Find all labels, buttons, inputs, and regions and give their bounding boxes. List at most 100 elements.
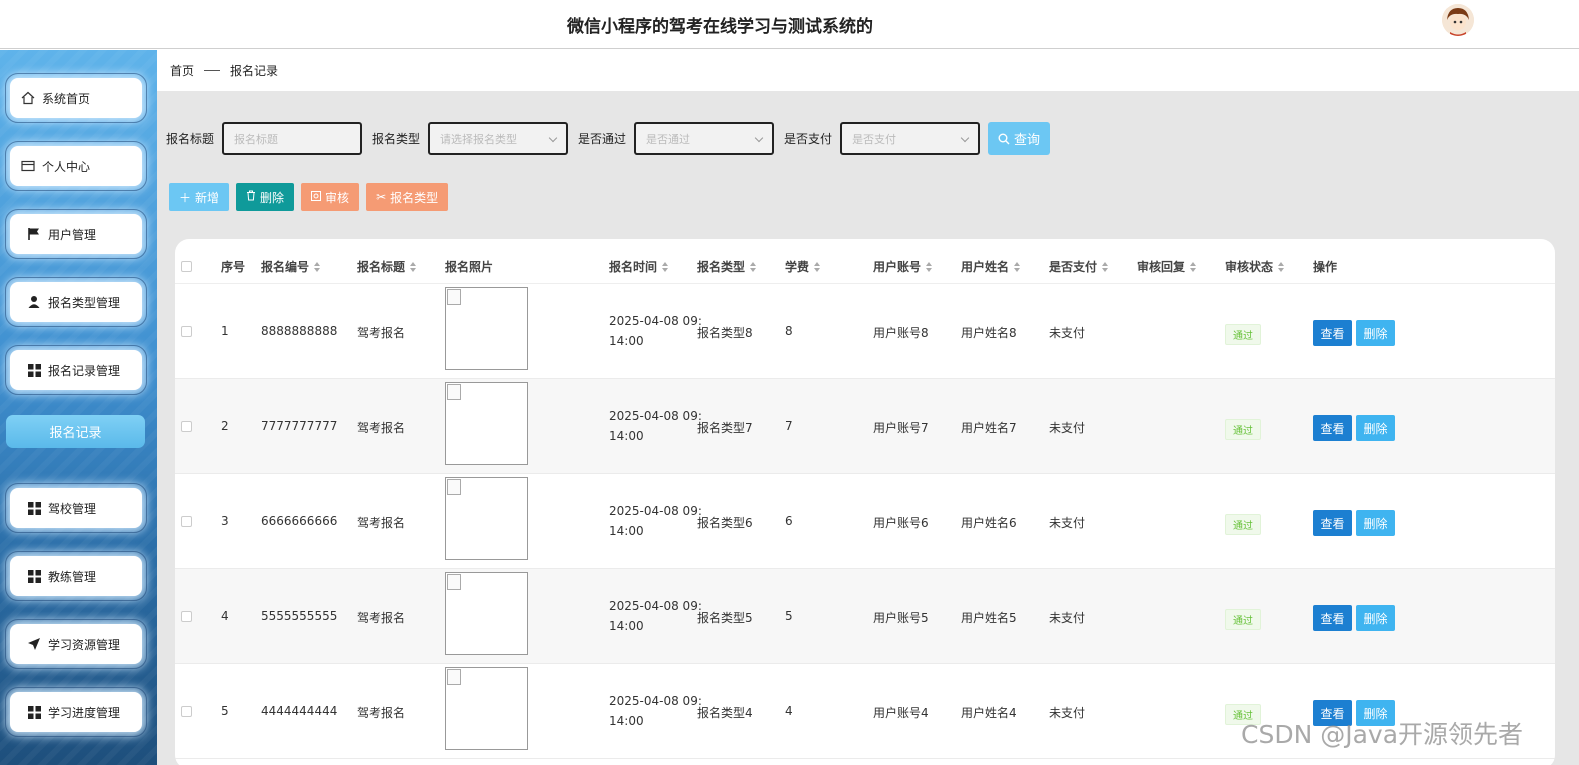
signup-photo [445,667,528,750]
sidebar-item-schools[interactable]: 驾校管理 [5,483,147,533]
table-row: 4 5555555555 驾考报名 2025-04-08 09: 14:00 报… [175,569,1555,664]
sidebar-item-progress[interactable]: 学习进度管理 [5,687,147,737]
header-ops: 操作 [1313,260,1338,274]
sidebar-item-label: 教练管理 [48,569,97,584]
view-button[interactable]: 查看 [1313,605,1352,631]
title-filter-input[interactable]: 报名标题 [222,122,363,155]
table-header: 序号 报名编号 报名标题 报名照片 报名时间 报名类型 学费 用户账号 用户姓名… [175,239,1555,284]
row-delete-button[interactable]: 删除 [1356,320,1395,346]
cell-time-date: 2025-04-08 09: [609,409,702,423]
type-filter-select[interactable]: 请选择报名类型 [428,122,569,155]
sidebar-item-profile[interactable]: 个人中心 [5,141,147,191]
cell-time-date: 2025-04-08 09: [609,694,702,708]
cell-fee: 7 [785,419,793,433]
sidebar-item-resources[interactable]: 学习资源管理 [5,619,147,669]
grid-icon [26,362,42,378]
records-table: 序号 报名编号 报名标题 报名照片 报名时间 报名类型 学费 用户账号 用户姓名… [175,239,1555,765]
sidebar-item-label: 学习资源管理 [48,637,121,652]
sidebar-item-signup-types[interactable]: 报名类型管理 [5,277,147,327]
batch-delete-button[interactable]: 删除 [236,183,295,211]
user-avatar[interactable] [1442,4,1474,36]
sidebar-item-coaches[interactable]: 教练管理 [5,551,147,601]
header-index: 序号 [221,260,246,274]
sort-icon [1278,261,1285,272]
cell-index: 4 [221,609,229,623]
cell-time-clock: 14:00 [609,619,644,633]
header-title[interactable]: 报名标题 [357,258,417,275]
cell-name: 用户姓名7 [961,421,1017,435]
view-button[interactable]: 查看 [1313,415,1352,441]
cartoon-avatar-icon [1442,4,1474,36]
row-checkbox[interactable] [181,326,192,337]
row-delete-button[interactable]: 删除 [1356,605,1395,631]
row-checkbox[interactable] [181,421,192,432]
breadcrumb-separator [204,70,221,71]
review-button[interactable]: 审核 [301,183,360,211]
csdn-watermark: CSDN @Java开源领先者 [1241,720,1524,749]
header-paid[interactable]: 是否支付 [1049,258,1109,275]
app-title: 微信小程序的驾考在线学习与测试系统的 [567,17,873,37]
sidebar-item-label: 报名记录管理 [48,363,121,378]
cell-time-clock: 14:00 [609,429,644,443]
sidebar-item-users[interactable]: 用户管理 [5,209,147,259]
header-account[interactable]: 用户账号 [873,258,933,275]
cell-fee: 4 [785,704,793,718]
header-type[interactable]: 报名类型 [697,258,757,275]
view-button[interactable]: 查看 [1313,510,1352,536]
signup-photo [445,477,528,560]
sidebar-item-home[interactable]: 系统首页 [5,73,147,123]
header-photo: 报名照片 [445,260,494,274]
sort-icon [662,261,669,272]
cell-title: 驾考报名 [357,611,406,625]
signup-type-button[interactable]: ✂ 报名类型 [366,183,449,211]
cell-code: 5555555555 [261,609,338,623]
header-reply[interactable]: 审核回复 [1137,258,1197,275]
cell-type: 报名类型4 [697,706,753,720]
view-button[interactable]: 查看 [1313,320,1352,346]
sidebar-subitem-signup-record[interactable]: 报名记录 [6,415,145,448]
cell-account: 用户账号5 [873,611,929,625]
sort-icon [314,261,321,272]
cell-code: 7777777777 [261,419,338,433]
cell-account: 用户账号7 [873,421,929,435]
sidebar-item-label: 用户管理 [48,227,97,242]
select-all-checkbox[interactable] [181,261,192,272]
card-icon [20,158,36,174]
header-name[interactable]: 用户姓名 [961,258,1021,275]
sort-icon [814,261,821,272]
row-delete-button[interactable]: 删除 [1356,415,1395,441]
review-label: 审核 [325,190,350,205]
add-button[interactable]: ＋ 新增 [169,183,230,211]
row-checkbox[interactable] [181,516,192,527]
grid-icon [26,568,42,584]
row-delete-button[interactable]: 删除 [1356,510,1395,536]
pass-filter-select[interactable]: 是否通过 [634,122,775,155]
row-checkbox[interactable] [181,706,192,717]
cell-paid: 未支付 [1049,516,1086,530]
cell-code: 4444444444 [261,704,338,718]
cell-account: 用户账号4 [873,706,929,720]
sidebar-item-signup-records[interactable]: 报名记录管理 [5,345,147,395]
pay-filter-select[interactable]: 是否支付 [840,122,981,155]
user-icon [26,294,42,310]
sidebar-item-label: 驾校管理 [48,501,97,516]
query-button[interactable]: 查询 [988,122,1051,155]
table-row: 1 8888888888 驾考报名 2025-04-08 09: 14:00 报… [175,284,1555,379]
cell-type: 报名类型5 [697,611,753,625]
sidebar-item-label: 报名类型管理 [48,295,121,310]
header-fee[interactable]: 学费 [785,258,821,275]
scissors-icon: ✂ [376,190,387,204]
pass-filter-label: 是否通过 [578,132,627,146]
cell-time-date: 2025-04-08 09: [609,504,702,518]
cell-type: 报名类型8 [697,326,753,340]
breadcrumb-home[interactable]: 首页 [170,62,194,79]
header-time[interactable]: 报名时间 [609,258,669,275]
cell-code: 8888888888 [261,324,338,338]
header-code[interactable]: 报名编号 [261,258,321,275]
action-toolbar: ＋ 新增 删除 审核 ✂ 报名类型 [169,183,455,211]
status-badge: 通过 [1225,609,1261,630]
cell-time-clock: 14:00 [609,524,644,538]
row-checkbox[interactable] [181,611,192,622]
header-status[interactable]: 审核状态 [1225,258,1285,275]
search-form: 报名标题 报名标题 报名类型 请选择报名类型 是否通过 是否通过 是否支付 是否… [166,122,1051,155]
